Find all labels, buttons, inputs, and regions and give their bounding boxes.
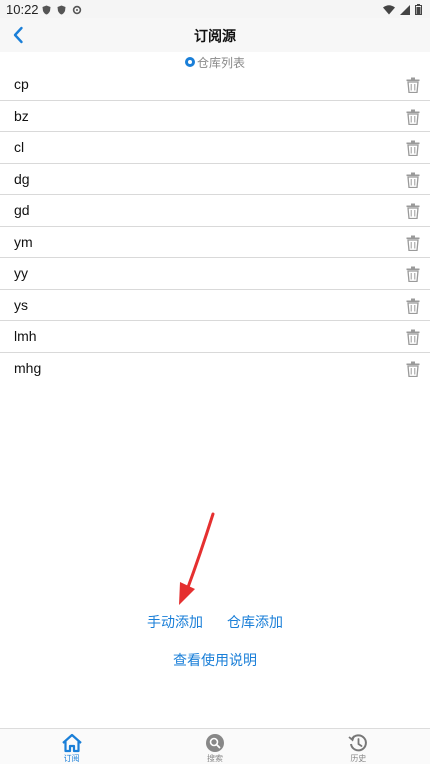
list-item-label: mhg <box>14 360 42 377</box>
tab-history[interactable]: 历史 <box>287 729 430 764</box>
annotation-arrow-icon <box>179 512 215 605</box>
trash-icon[interactable] <box>406 361 420 377</box>
trash-icon[interactable] <box>406 172 420 188</box>
list-item[interactable]: dg <box>0 164 430 195</box>
list-item[interactable]: gd <box>0 195 430 227</box>
list-item-label: cl <box>14 139 25 156</box>
subscription-list: cp bz cl dg gd ym yy ys lmh mhg <box>0 69 430 384</box>
list-item-label: ys <box>14 296 28 313</box>
trash-icon[interactable] <box>406 235 420 251</box>
radio-selected-icon <box>184 57 195 67</box>
repo-list-label: 仓库列表 <box>196 55 245 70</box>
gear-icon <box>72 3 82 15</box>
list-item[interactable]: mhg <box>0 353 430 385</box>
tab-label: 历史 <box>350 754 367 763</box>
trash-icon[interactable] <box>406 77 420 93</box>
trash-icon[interactable] <box>406 266 420 282</box>
trash-icon[interactable] <box>406 329 420 345</box>
repo-list-filter[interactable]: 仓库列表 <box>0 54 430 70</box>
status-time: 10:22 <box>6 2 39 17</box>
search-icon <box>204 732 226 753</box>
list-item[interactable]: lmh <box>0 321 430 353</box>
wifi-icon <box>383 3 395 18</box>
view-instructions-link[interactable]: 查看使用说明 <box>0 650 430 670</box>
tab-label: 搜索 <box>206 754 223 763</box>
trash-icon[interactable] <box>406 203 420 219</box>
tab-subscribe[interactable]: 订阅 <box>0 729 143 764</box>
add-actions: 手动添加 仓库添加 <box>0 612 430 636</box>
list-item-label: bz <box>14 107 29 124</box>
battery-icon <box>415 3 422 18</box>
status-notification-icons <box>42 3 82 15</box>
list-item[interactable]: ys <box>0 290 430 321</box>
history-icon <box>347 732 369 753</box>
list-item[interactable]: cl <box>0 132 430 164</box>
trash-icon[interactable] <box>406 140 420 156</box>
status-bar: 10:22 <box>0 0 430 18</box>
list-item-label: lmh <box>14 328 37 345</box>
home-icon <box>61 732 83 753</box>
list-item-label: yy <box>14 265 28 282</box>
list-item[interactable]: yy <box>0 258 430 290</box>
tab-search[interactable]: 搜索 <box>143 729 286 764</box>
tab-label: 订阅 <box>63 754 80 763</box>
list-item[interactable]: cp <box>0 69 430 101</box>
shield-icon <box>42 3 51 15</box>
list-item[interactable]: bz <box>0 101 430 132</box>
page-title: 订阅源 <box>194 28 236 44</box>
shield-icon <box>57 3 66 15</box>
repo-add-button[interactable]: 仓库添加 <box>227 612 283 636</box>
app-header: 订阅源 <box>0 18 430 52</box>
trash-icon[interactable] <box>406 109 420 125</box>
list-item-label: cp <box>14 76 29 93</box>
trash-icon[interactable] <box>406 298 420 314</box>
list-item-label: dg <box>14 170 30 187</box>
list-item-label: ym <box>14 233 33 250</box>
list-item-label: gd <box>14 202 30 219</box>
list-item[interactable]: ym <box>0 227 430 258</box>
manual-add-button[interactable]: 手动添加 <box>147 612 203 636</box>
signal-icon <box>400 3 410 18</box>
status-system-icons <box>383 3 422 18</box>
bottom-tab-bar: 订阅 搜索 历史 <box>0 728 430 764</box>
